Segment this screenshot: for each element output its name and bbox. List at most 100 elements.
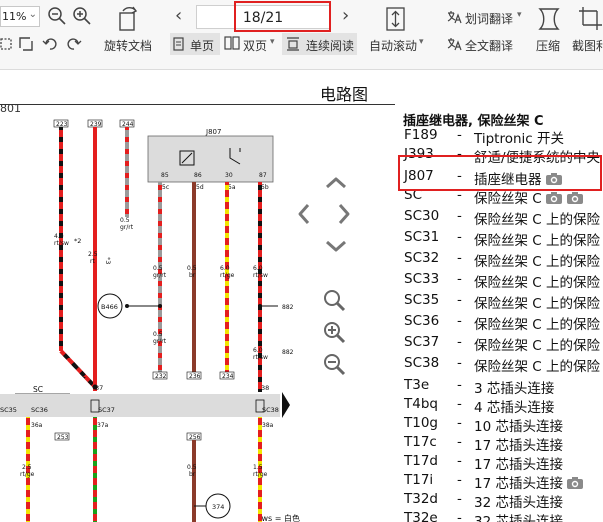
select-area-icon[interactable] bbox=[18, 36, 34, 52]
connector-label: 232 bbox=[155, 373, 167, 380]
lower-pin: 36a bbox=[31, 422, 43, 429]
toolbar: 11% ⌄ 旋转文档 ‹ 18/21 › 单页 双页 ▾ 连续阅读 自动滚动 ▾… bbox=[0, 0, 603, 70]
star-mark: *2 bbox=[74, 237, 81, 245]
legend-description: 17 芯插头连接 bbox=[474, 453, 563, 473]
legend-description-text: 保险丝架 C 上的保险 bbox=[474, 275, 601, 291]
nav-right-icon[interactable] bbox=[338, 204, 350, 224]
title-divider bbox=[0, 104, 395, 105]
single-page-icon bbox=[173, 37, 184, 51]
legend-dash: - bbox=[457, 208, 462, 224]
chevron-down-icon: ⌄ bbox=[28, 9, 37, 20]
legend-code: SC37 bbox=[404, 334, 440, 350]
legend-code: SC36 bbox=[404, 313, 440, 329]
chevron-down-icon[interactable]: ▾ bbox=[270, 37, 275, 47]
double-page-icon[interactable] bbox=[224, 36, 240, 50]
wire-color: rt/ge bbox=[253, 471, 268, 478]
compress-icon[interactable] bbox=[537, 6, 561, 32]
wire-gray-red bbox=[125, 127, 129, 217]
screenshot-icon[interactable] bbox=[578, 6, 603, 32]
wire-pin: 5b bbox=[261, 184, 269, 191]
splice-dot bbox=[158, 304, 162, 308]
legend-code: SC30 bbox=[404, 208, 440, 224]
legend-description: 4 芯插头连接 bbox=[474, 396, 554, 416]
legend-description-text: 32 芯插头连接 bbox=[474, 495, 563, 511]
auto-scroll-button[interactable]: 自动滚动 bbox=[369, 37, 417, 54]
fuse-pin: 37 bbox=[95, 384, 103, 392]
full-translate-button[interactable]: 全文翻译 bbox=[465, 37, 513, 54]
continuous-read-label: 连续阅读 bbox=[306, 39, 355, 53]
single-page-button[interactable]: 单页 bbox=[170, 33, 220, 55]
page-zoom-in-icon[interactable] bbox=[322, 320, 348, 346]
redo-icon[interactable] bbox=[66, 36, 82, 52]
wire-pin: 5d bbox=[196, 184, 204, 191]
compress-button[interactable]: 压缩 bbox=[536, 37, 560, 54]
nav-left-icon[interactable] bbox=[298, 204, 310, 224]
legend-description-text: 32 芯插头连接 bbox=[474, 514, 563, 522]
legend-description-text: 保险丝架 C bbox=[474, 191, 542, 207]
wire-color: gr/rt bbox=[120, 224, 134, 231]
zoom-in-icon[interactable] bbox=[72, 6, 92, 26]
camera-icon[interactable] bbox=[545, 191, 563, 205]
connector-label: 234 bbox=[222, 373, 234, 380]
star-mark: *3 bbox=[104, 257, 112, 264]
wire-size: 0.5 bbox=[187, 464, 197, 471]
chevron-down-icon[interactable]: ▾ bbox=[517, 10, 522, 20]
wire-size: 1.5 bbox=[253, 464, 263, 471]
legend-dash: - bbox=[457, 250, 462, 266]
zoom-select[interactable]: 11% ⌄ bbox=[0, 6, 40, 27]
connector-label: 239 bbox=[90, 121, 102, 128]
page-zoom-fit-icon[interactable] bbox=[322, 288, 348, 314]
legend-description-text: 17 芯插头连接 bbox=[474, 476, 563, 492]
camera-icon[interactable] bbox=[566, 476, 584, 490]
chevron-down-icon[interactable]: ▾ bbox=[419, 37, 424, 47]
legend-dash: - bbox=[457, 491, 462, 507]
fuse-bar-label: SC bbox=[33, 385, 43, 394]
wire-color: gr/rt bbox=[153, 338, 167, 345]
legend-dash: - bbox=[457, 127, 462, 143]
legend-code: T3e bbox=[404, 377, 430, 393]
wire-color: rt/ge bbox=[220, 272, 235, 279]
continuous-read-button[interactable]: 连续阅读 bbox=[282, 33, 357, 55]
undo-icon[interactable] bbox=[42, 36, 58, 52]
legend-dash: - bbox=[457, 229, 462, 245]
rotate-document-icon[interactable] bbox=[114, 5, 142, 33]
legend-description: 保险丝架 C 上的保险 bbox=[474, 271, 600, 291]
legend-code: SC31 bbox=[404, 229, 440, 245]
wire-color: br bbox=[189, 272, 196, 279]
nav-up-icon[interactable] bbox=[326, 177, 346, 189]
legend-description: 32 芯插头连接 bbox=[474, 491, 563, 511]
screenshot-button[interactable]: 截图利 bbox=[572, 37, 603, 54]
wire-size: 6.0 bbox=[253, 347, 263, 354]
legend-dash: - bbox=[457, 415, 462, 431]
pin-label: 85 bbox=[161, 172, 169, 179]
legend-dash: - bbox=[457, 355, 462, 371]
crop-icon[interactable] bbox=[0, 36, 14, 52]
legend-description: Tiptronic 开关 bbox=[474, 127, 564, 147]
legend-dash: - bbox=[457, 396, 462, 412]
fuse-pin: 38 bbox=[261, 384, 269, 392]
wire-size: 2.5 bbox=[22, 464, 32, 471]
legend-dash: - bbox=[457, 510, 462, 522]
wire-color: rt/sw bbox=[253, 354, 268, 361]
rotate-document-button[interactable]: 旋转文档 bbox=[104, 37, 152, 54]
page-zoom-out-icon[interactable] bbox=[322, 352, 348, 378]
ref-label: 882 bbox=[282, 304, 294, 311]
connector-label: 236 bbox=[189, 373, 201, 380]
legend-description-text: 保险丝架 C 上的保险 bbox=[474, 233, 601, 249]
legend-code: T17i bbox=[404, 472, 434, 488]
double-page-button[interactable]: 双页 bbox=[243, 37, 267, 54]
next-page-icon[interactable]: › bbox=[342, 5, 349, 26]
lower-pin: 37a bbox=[97, 422, 109, 429]
legend-code: SC35 bbox=[404, 292, 440, 308]
wire-color: gr/rt bbox=[153, 272, 167, 279]
word-translate-button[interactable]: 划词翻译 bbox=[465, 10, 513, 27]
nav-down-icon[interactable] bbox=[326, 240, 346, 252]
continuous-read-icon bbox=[287, 37, 299, 51]
legend-code: T32d bbox=[404, 491, 438, 507]
auto-scroll-icon[interactable] bbox=[385, 5, 407, 33]
relay-label: J807 bbox=[205, 128, 221, 136]
zoom-out-icon[interactable] bbox=[47, 6, 67, 26]
wire-size: 0.5 bbox=[187, 265, 197, 272]
prev-page-icon[interactable]: ‹ bbox=[175, 5, 182, 26]
camera-icon[interactable] bbox=[566, 191, 584, 205]
